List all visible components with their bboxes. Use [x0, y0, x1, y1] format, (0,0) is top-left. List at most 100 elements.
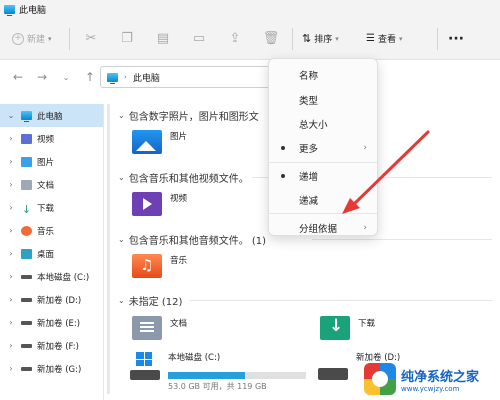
- sort-icon: ⇅: [302, 32, 312, 45]
- drive-icon: [21, 297, 32, 302]
- group-header-label: 包含音乐和其他视频文件。: [128, 174, 249, 185]
- menu-divider: [269, 161, 377, 163]
- sidebar-item-this-pc[interactable]: ⌄ 此电脑: [0, 104, 103, 127]
- windows-logo-icon: [136, 352, 152, 366]
- view-icon: ☰: [366, 33, 375, 44]
- share-icon: ⇪: [229, 31, 241, 46]
- menu-item-label: 更多: [299, 144, 319, 156]
- rename-button[interactable]: ▭: [181, 26, 217, 52]
- sidebar-item-documents[interactable]: › 文档: [0, 173, 103, 196]
- drive-icon: [21, 320, 32, 325]
- chevron-right-icon[interactable]: ›: [6, 157, 16, 166]
- menu-item-descending[interactable]: 递减: [269, 188, 377, 212]
- sidebar-item-drive-g[interactable]: › 新加卷 (G:): [0, 357, 103, 380]
- pc-icon: [107, 72, 118, 84]
- menu-item-type[interactable]: 类型: [269, 87, 377, 111]
- folder-tile-music[interactable]: 音乐: [132, 254, 187, 278]
- sidebar-item-videos[interactable]: › 视频: [0, 127, 103, 150]
- menu-item-label: 总大小: [299, 119, 328, 131]
- folder-tile-pictures[interactable]: 图片: [132, 130, 187, 154]
- download-folder-icon: [320, 316, 350, 340]
- sidebar-item-label: 下载: [37, 203, 55, 214]
- chevron-right-icon[interactable]: ›: [6, 249, 16, 258]
- drive-icon: [21, 366, 32, 371]
- sidebar-item-drive-d[interactable]: › 新加卷 (D:): [0, 288, 103, 311]
- chevron-right-icon[interactable]: ›: [6, 226, 16, 235]
- disk-shape: [318, 368, 348, 380]
- pc-icon: [21, 111, 32, 122]
- menu-item-label: 分组依据: [299, 223, 338, 235]
- chevron-down-icon[interactable]: ⌄: [54, 73, 78, 82]
- share-button[interactable]: ⇪: [217, 26, 253, 52]
- desktop-folder-icon: [21, 248, 32, 259]
- menu-item-more[interactable]: 更多 ›: [269, 136, 377, 160]
- window-title: 此电脑: [19, 5, 47, 16]
- chevron-right-icon[interactable]: ›: [6, 203, 16, 212]
- sidebar-item-drive-c[interactable]: › 本地磁盘 (C:): [0, 265, 103, 288]
- menu-item-group-by[interactable]: 分组依据 ›: [269, 215, 377, 239]
- sidebar-item-drive-e[interactable]: › 新加卷 (E:): [0, 311, 103, 334]
- trash-icon: 🗑: [262, 31, 280, 46]
- more-options-button[interactable]: ···: [441, 26, 471, 52]
- chevron-right-icon: ›: [363, 143, 367, 154]
- paste-button[interactable]: ▤: [145, 26, 181, 52]
- chevron-down-icon: ▾: [48, 34, 52, 43]
- sidebar-item-drive-f[interactable]: › 新加卷 (F:): [0, 334, 103, 357]
- folder-tile-downloads[interactable]: 下载: [320, 316, 375, 340]
- group-header[interactable]: ⌄ 包含音乐和其他音频文件。 (1): [118, 232, 266, 247]
- back-arrow-icon[interactable]: ←: [6, 70, 30, 84]
- group-header[interactable]: ⌄ 包含音乐和其他视频文件。: [118, 170, 249, 185]
- sidebar-item-desktop[interactable]: › 桌面: [0, 242, 103, 265]
- sidebar-item-music[interactable]: › 音乐: [0, 219, 103, 242]
- sort-button[interactable]: ⇅ 排序 ▾: [296, 26, 360, 52]
- menu-divider: [269, 213, 377, 215]
- drive-icon: [21, 343, 32, 348]
- picture-folder-icon: [21, 156, 32, 167]
- chevron-right-icon: ›: [124, 73, 127, 81]
- document-folder-icon: [132, 316, 162, 340]
- new-button[interactable]: + 新建 ▾: [8, 26, 66, 52]
- chevron-right-icon[interactable]: ›: [6, 318, 16, 327]
- chevron-right-icon[interactable]: ›: [6, 295, 16, 304]
- drive-c-capacity-bar: [168, 372, 306, 379]
- cut-button[interactable]: ✂: [73, 26, 109, 52]
- chevron-right-icon[interactable]: ›: [6, 272, 16, 281]
- menu-item-total-size[interactable]: 总大小: [269, 112, 377, 136]
- folder-tile-documents[interactable]: 文档: [132, 316, 187, 340]
- sidebar-item-pictures[interactable]: › 图片: [0, 150, 103, 173]
- chevron-right-icon[interactable]: ›: [6, 364, 16, 373]
- group-header-label: 包含数字照片，图片和图形文: [128, 112, 259, 123]
- sidebar-scrollbar[interactable]: [107, 104, 110, 394]
- menu-item-ascending[interactable]: 递增: [269, 164, 377, 188]
- drive-c-capacity-text: 53.0 GB 可用，共 119 GB: [168, 382, 267, 391]
- group-header[interactable]: ⌄ 未指定 (12): [118, 293, 182, 308]
- chevron-down-icon[interactable]: ⌄: [6, 111, 16, 120]
- chevron-right-icon[interactable]: ›: [6, 134, 16, 143]
- address-bar[interactable]: › 此电脑: [100, 66, 270, 88]
- watermark-brand: 纯净系统之家: [401, 369, 480, 385]
- video-folder-icon: [21, 133, 32, 144]
- copy-button[interactable]: ❐: [109, 26, 145, 52]
- chevron-right-icon[interactable]: ›: [6, 180, 16, 189]
- music-folder-icon: [21, 225, 32, 236]
- folder-label: 音乐: [170, 256, 188, 266]
- view-button[interactable]: ☰ 查看 ▾: [360, 26, 434, 52]
- forward-arrow-icon[interactable]: →: [30, 70, 54, 84]
- menu-item-label: 递增: [299, 171, 319, 183]
- chevron-right-icon[interactable]: ›: [6, 341, 16, 350]
- paste-icon: ▤: [156, 31, 170, 46]
- windows-drive-icon: [130, 352, 160, 380]
- up-arrow-icon[interactable]: ↑: [78, 70, 102, 84]
- folder-tile-videos[interactable]: 视频: [132, 192, 187, 216]
- chevron-down-icon: ⌄: [118, 111, 125, 120]
- title-bar: 此电脑: [0, 0, 500, 18]
- capacity-fill: [168, 372, 245, 379]
- delete-button[interactable]: 🗑: [253, 26, 289, 52]
- sidebar-item-label: 文档: [37, 180, 55, 191]
- download-folder-icon: ↓: [21, 202, 32, 216]
- folder-label: 下载: [358, 319, 376, 329]
- group-header[interactable]: ⌄ 包含数字照片，图片和图形文: [118, 108, 259, 123]
- menu-item-name[interactable]: 名称: [269, 63, 377, 87]
- sidebar-item-downloads[interactable]: › ↓ 下载: [0, 196, 103, 219]
- sidebar-item-label: 新加卷 (D:): [37, 295, 82, 306]
